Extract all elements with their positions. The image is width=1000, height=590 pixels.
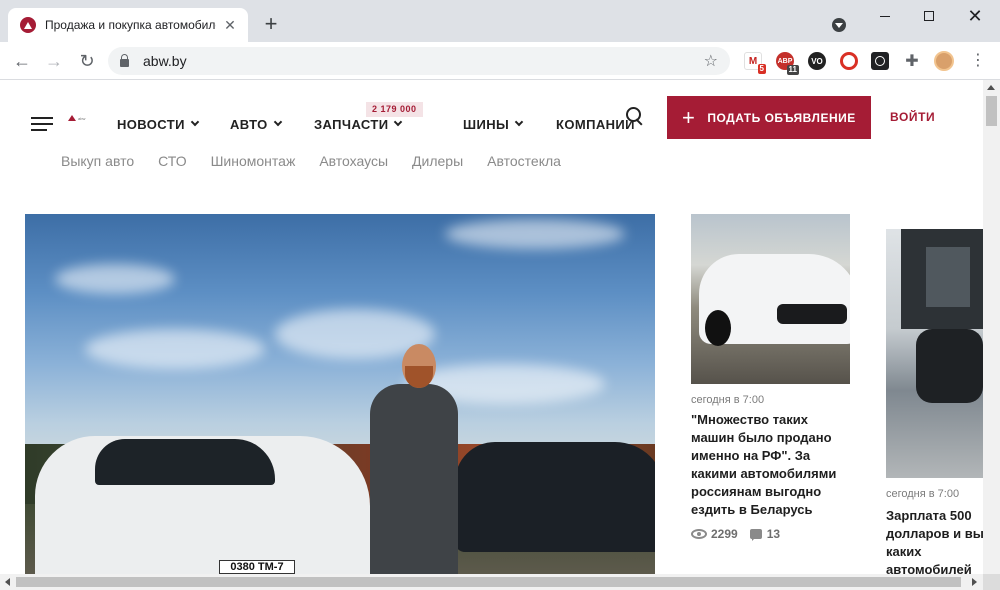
subnav-item[interactable]: СТО xyxy=(158,153,186,169)
site-logo[interactable]: abw xyxy=(68,114,104,122)
browser-tab[interactable]: Продажа и покупка автомобилей ✕ xyxy=(8,8,248,42)
extensions-puzzle-icon[interactable]: ✚ xyxy=(903,52,921,70)
browser-chrome: Продажа и покупка автомобилей ✕ + ✕ ← → … xyxy=(0,0,1000,80)
eye-icon xyxy=(691,529,707,539)
comment-icon xyxy=(749,529,762,541)
subnav-item[interactable]: Автостекла xyxy=(487,153,561,169)
subnav-item[interactable]: Дилеры xyxy=(412,153,463,169)
vo-extension-icon[interactable]: VO xyxy=(808,52,826,70)
person xyxy=(370,384,458,574)
reload-icon[interactable]: ↻ xyxy=(75,49,99,73)
nav-news[interactable]: НОВОСТИ xyxy=(117,116,200,132)
window-close-button[interactable]: ✕ xyxy=(952,4,998,28)
url-text[interactable]: abw.by xyxy=(143,53,704,69)
profile-avatar[interactable] xyxy=(934,51,954,71)
tab-strip: Продажа и покупка автомобилей ✕ + ✕ xyxy=(0,0,1000,42)
gmail-extension-icon[interactable]: M 5 xyxy=(744,52,766,74)
nav-companies[interactable]: КОМПАНИИ xyxy=(556,116,635,132)
bookmark-star-icon[interactable]: ☆ xyxy=(704,51,718,71)
parts-count-badge: 2 179 000 xyxy=(366,102,423,117)
logo-wordmark: abw xyxy=(78,115,86,121)
chevron-down-icon xyxy=(273,117,282,127)
hamburger-menu-icon[interactable] xyxy=(31,117,53,131)
tab-title: Продажа и покупка автомобилей xyxy=(45,18,216,32)
subnav-item[interactable]: Автохаусы xyxy=(319,153,388,169)
nav-tires[interactable]: ШИНЫ xyxy=(463,116,524,132)
article-thumbnail[interactable] xyxy=(691,214,850,384)
sub-navigation: Выкуп авто СТО Шиномонтаж Автохаусы Диле… xyxy=(61,153,585,169)
window-minimize-button[interactable] xyxy=(862,4,908,28)
page-content: abw НОВОСТИ АВТО 2 179 000 ЗАПЧАСТИ ШИНЫ… xyxy=(0,80,983,574)
article-thumbnail[interactable] xyxy=(886,229,983,478)
stop-extension-icon[interactable] xyxy=(840,52,858,70)
site-favicon-icon xyxy=(20,17,36,33)
horizontal-scrollbar[interactable] xyxy=(0,574,983,590)
plus-icon: + xyxy=(682,104,696,130)
black-car xyxy=(455,442,655,552)
nav-parts[interactable]: ЗАПЧАСТИ xyxy=(314,116,403,132)
scrollbar-corner xyxy=(983,574,1000,590)
subnav-item[interactable]: Шиномонтаж xyxy=(211,153,296,169)
nav-auto[interactable]: АВТО xyxy=(230,116,282,132)
post-ad-button[interactable]: + ПОДАТЬ ОБЪЯВЛЕНИЕ xyxy=(667,96,871,139)
adblock-badge: 11 xyxy=(786,65,799,75)
article-time: сегодня в 7:00 xyxy=(691,394,765,406)
chevron-down-icon xyxy=(394,117,403,127)
search-icon[interactable] xyxy=(626,107,644,125)
article-time: сегодня в 7:00 xyxy=(886,488,960,500)
subnav-item[interactable]: Выкуп авто xyxy=(61,153,134,169)
browser-menu-icon[interactable]: ⋮ xyxy=(968,51,988,71)
window-maximize-button[interactable] xyxy=(906,4,952,28)
tab-close-icon[interactable]: ✕ xyxy=(222,17,238,34)
scroll-right-icon[interactable] xyxy=(972,578,977,586)
comments-count: 13 xyxy=(766,527,781,541)
article-stats: 2299 13 xyxy=(691,527,780,541)
chevron-down-icon xyxy=(190,117,200,127)
vertical-scrollbar[interactable] xyxy=(983,80,1000,574)
article-title[interactable]: "Множество таких машин было продано имен… xyxy=(691,411,851,519)
browser-toolbar: ← → ↻ abw.by ☆ M 5 ABP 11 VO ✚ ⋮ xyxy=(0,42,1000,80)
lock-icon[interactable] xyxy=(120,54,129,67)
tab-search-icon[interactable] xyxy=(832,18,846,32)
chevron-down-icon xyxy=(514,117,524,127)
maximize-icon xyxy=(924,11,934,21)
forward-arrow-icon[interactable]: → xyxy=(42,49,66,73)
minimize-icon xyxy=(880,15,890,17)
scroll-thumb[interactable] xyxy=(986,96,997,126)
hero-article-image[interactable]: 0380 ТМ-7 xyxy=(25,214,655,574)
back-arrow-icon[interactable]: ← xyxy=(10,49,34,73)
license-plate: 0380 ТМ-7 xyxy=(219,560,295,574)
article-title[interactable]: Зарплата 500 долларов и вы каких автомоб… xyxy=(886,507,983,574)
square-extension-icon[interactable] xyxy=(871,52,889,70)
address-bar[interactable]: abw.by ☆ xyxy=(108,47,730,75)
gmail-badge: 5 xyxy=(757,64,766,74)
login-link[interactable]: ВОЙТИ xyxy=(890,110,935,124)
views-count: 2299 xyxy=(711,527,738,541)
logo-mark-icon xyxy=(68,115,76,121)
adblock-extension-icon[interactable]: ABP 11 xyxy=(776,52,799,75)
scroll-thumb[interactable] xyxy=(16,577,961,587)
new-tab-button[interactable]: + xyxy=(258,12,284,38)
scroll-up-icon[interactable] xyxy=(987,85,995,90)
scroll-left-icon[interactable] xyxy=(5,578,10,586)
